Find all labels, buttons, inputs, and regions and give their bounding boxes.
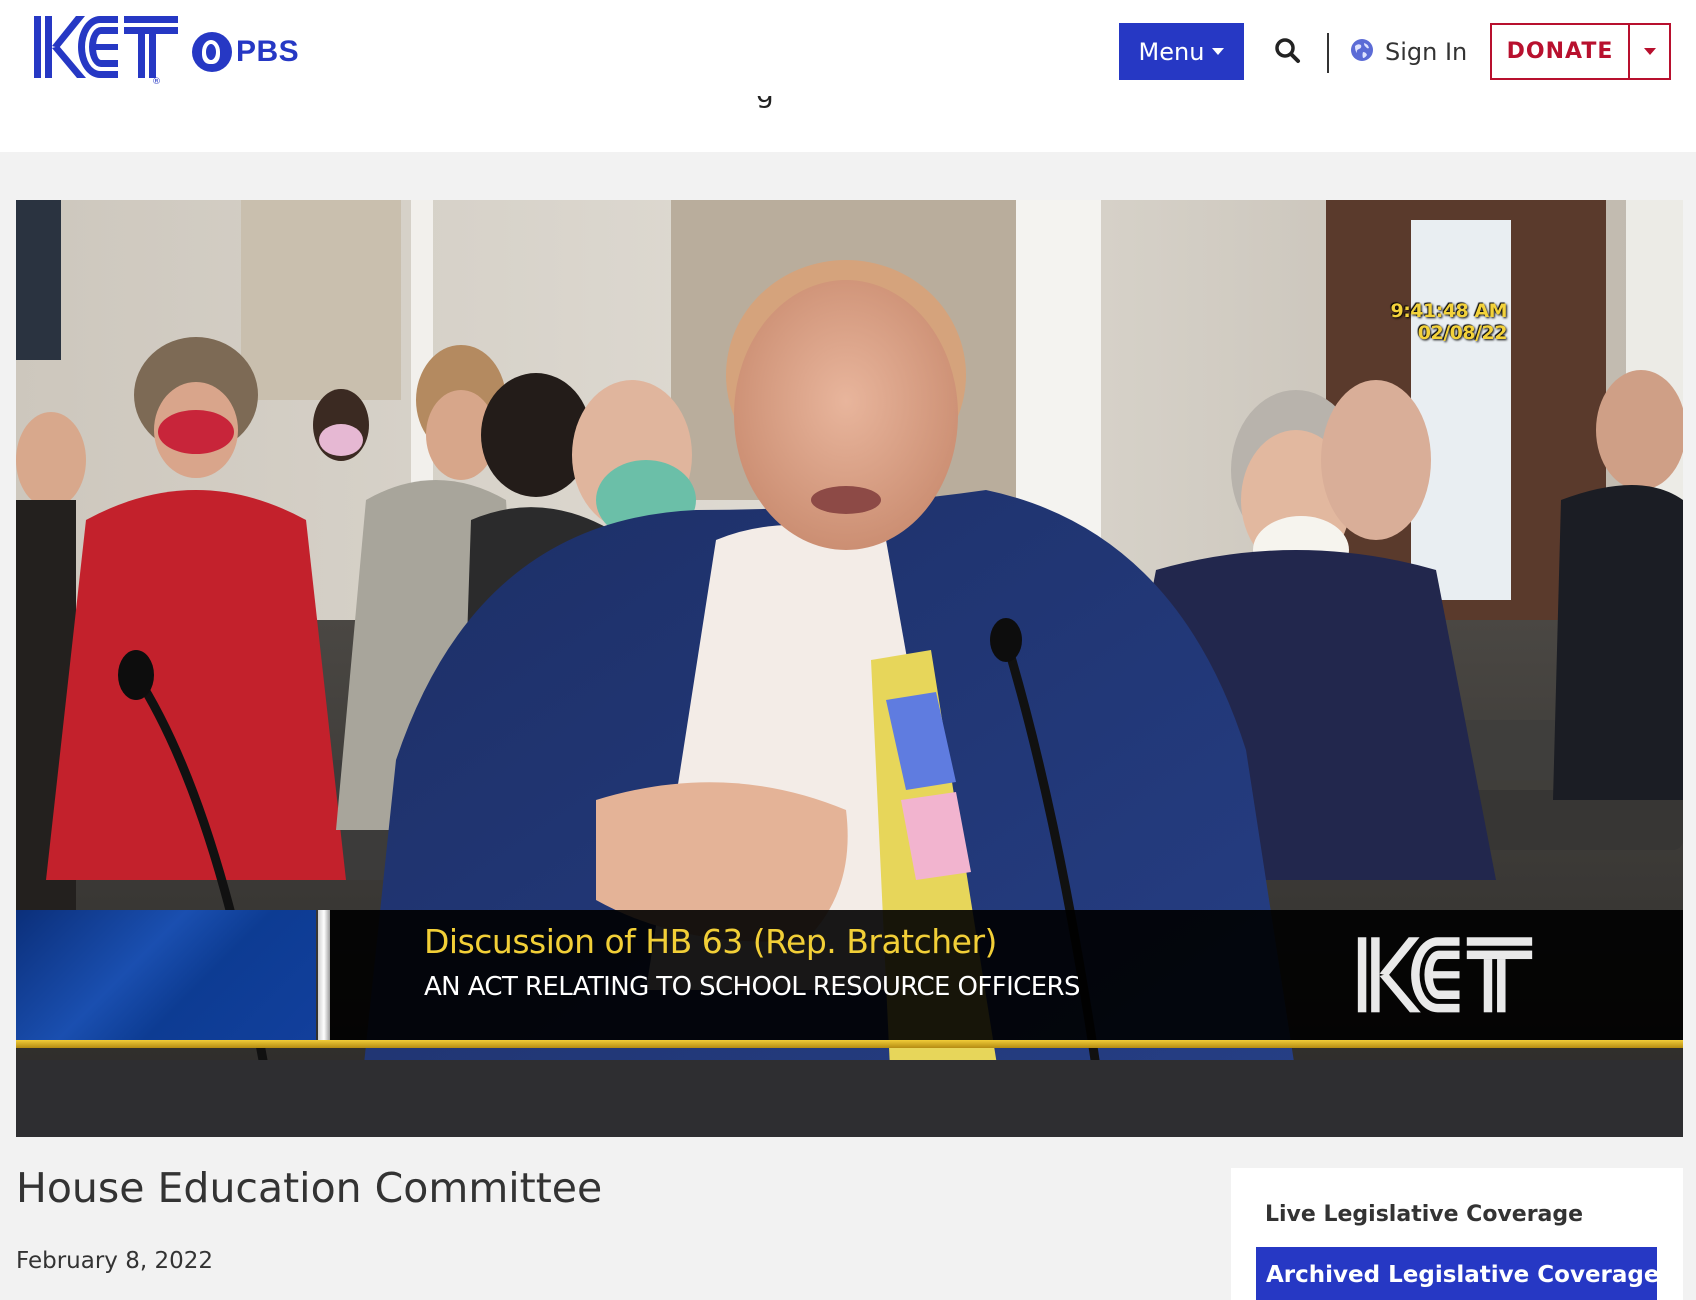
pbs-head-icon <box>192 32 232 72</box>
svg-text:®: ® <box>152 77 161 86</box>
nav-item-archived-legislative-coverage[interactable]: Archived Legislative Coverage <box>1256 1247 1659 1300</box>
video-player[interactable]: 9:41:48 AM 02/08/22 Discussion of HB 63 … <box>16 200 1683 1137</box>
search-icon[interactable] <box>1272 35 1304 67</box>
video-caption-subtitle: AN ACT RELATING TO SCHOOL RESOURCE OFFIC… <box>424 972 1080 1002</box>
globe-icon <box>1349 37 1375 67</box>
chevron-down-icon <box>1643 48 1656 55</box>
ket-logo[interactable]: ® <box>32 10 180 87</box>
page-date: February 8, 2022 <box>16 1248 214 1274</box>
video-timestamp: 9:41:48 AM 02/08/22 <box>1390 300 1507 344</box>
video-timestamp-date: 02/08/22 <box>1417 322 1508 344</box>
nav-item-live-legislative-coverage[interactable]: Live Legislative Coverage <box>1265 1202 1583 1227</box>
pbs-logo[interactable]: PBS <box>192 32 299 72</box>
video-caption-banner: Discussion of HB 63 (Rep. Bratcher) AN A… <box>16 906 1683 1054</box>
video-timestamp-time: 9:41:48 AM <box>1390 300 1507 322</box>
caption-banner-gold-rule <box>16 1040 1683 1048</box>
caption-banner-divider <box>318 910 330 1040</box>
video-caption-title: Discussion of HB 63 (Rep. Bratcher) <box>424 922 997 961</box>
donate-dropdown-toggle[interactable] <box>1630 25 1669 78</box>
menu-label: Menu <box>1138 37 1205 66</box>
site-header: ® PBS g Menu Sign In DONATE <box>0 0 1696 152</box>
donate-button[interactable]: DONATE <box>1492 25 1630 78</box>
sign-in-label: Sign In <box>1385 38 1468 66</box>
pbs-logo-text: PBS <box>236 35 300 68</box>
menu-button[interactable]: Menu <box>1119 23 1244 80</box>
sign-in-link[interactable]: Sign In <box>1349 30 1467 74</box>
header-divider <box>1327 33 1329 73</box>
caption-banner-blue-panel <box>16 910 316 1040</box>
page-title: House Education Committee <box>16 1164 603 1212</box>
donate-button-group: DONATE <box>1490 23 1671 80</box>
legislative-coverage-nav: Live Legislative Coverage Archived Legis… <box>1231 1168 1683 1300</box>
ket-watermark-logo <box>1352 930 1538 1022</box>
header-text-fragment: g <box>756 96 774 118</box>
chevron-down-icon <box>1212 48 1225 55</box>
